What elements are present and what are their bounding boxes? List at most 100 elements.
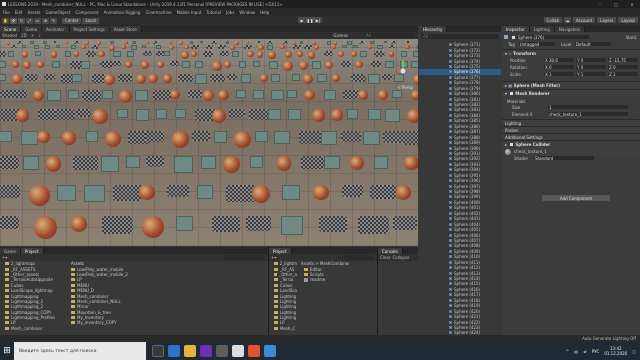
capsule-object[interactable]	[371, 60, 382, 67]
capsule-object[interactable]	[44, 73, 56, 81]
pivot-local-button[interactable]: Local	[82, 17, 99, 24]
position-z-field[interactable]: Z -15.75	[608, 58, 638, 63]
capsule-object[interactable]	[191, 130, 210, 142]
cube-object[interactable]	[236, 89, 247, 99]
cube-object[interactable]	[353, 44, 358, 49]
sphere-object[interactable]	[212, 60, 222, 71]
cube-object[interactable]	[252, 60, 260, 67]
capsule-object[interactable]	[152, 41, 158, 44]
cube-object[interactable]	[85, 130, 99, 142]
capsule-object[interactable]	[0, 51, 7, 57]
shading-mode-dropdown[interactable]: Shaded	[2, 33, 17, 38]
scene-search-field[interactable]: All	[364, 33, 414, 38]
capsule-object[interactable]	[145, 156, 165, 167]
capsule-object[interactable]	[393, 216, 418, 230]
mesh-filter-header[interactable]: ▸ ▦ Sphere (Mesh Filter)	[502, 81, 640, 88]
cube-object[interactable]	[43, 41, 47, 44]
sphere-object[interactable]	[337, 51, 344, 57]
menu-help[interactable]: Help	[260, 10, 269, 15]
capsule-object[interactable]	[0, 216, 19, 230]
capsule-object[interactable]	[76, 108, 92, 118]
sphere-object[interactable]	[257, 44, 264, 51]
object-name-field[interactable]: Sphere (376)	[517, 35, 589, 40]
cloud-icon[interactable]: ☁	[563, 17, 571, 23]
cube-object[interactable]	[181, 60, 190, 68]
volume-icon[interactable]: ◂)	[583, 349, 587, 354]
mode-2d-toggle[interactable]: 2D	[21, 33, 27, 38]
scale-x-field[interactable]: X 1	[544, 72, 574, 77]
layer-dropdown[interactable]: Default	[574, 42, 611, 47]
cube-object[interactable]	[0, 60, 6, 69]
sphere-object[interactable]	[80, 44, 86, 50]
play-icon[interactable]: ▶	[298, 17, 306, 23]
cube-object[interactable]	[84, 184, 105, 203]
capsule-object[interactable]	[293, 44, 301, 49]
capsule-object[interactable]	[382, 130, 404, 143]
capsule-object[interactable]	[373, 51, 385, 58]
cube-object[interactable]	[384, 41, 387, 44]
cube-object[interactable]	[155, 44, 161, 50]
capsule-object[interactable]	[210, 73, 226, 83]
minimize-icon[interactable]: –	[592, 2, 608, 7]
task-view-icon[interactable]	[152, 345, 164, 357]
sphere-object[interactable]	[6, 41, 11, 45]
menu-file[interactable]: File	[3, 10, 10, 15]
capsule-object[interactable]	[24, 73, 39, 82]
cube-object[interactable]	[81, 60, 91, 69]
sphere-object[interactable]	[21, 51, 29, 58]
sphere-object[interactable]	[121, 44, 126, 50]
edge-icon[interactable]	[168, 345, 180, 357]
capsule-object[interactable]	[370, 184, 397, 200]
tab-inspector[interactable]: Inspector	[502, 26, 530, 32]
capsule-object[interactable]	[300, 156, 324, 170]
capsule-object[interactable]	[388, 44, 396, 49]
cube-object[interactable]	[155, 108, 168, 119]
scale-y-field[interactable]: Y 1	[576, 72, 606, 77]
sphere-collider-header[interactable]: ▸ Sphere Collider	[502, 140, 640, 147]
menu-mobile-input[interactable]: Mobile Input	[177, 10, 202, 15]
capsule-object[interactable]	[390, 41, 397, 45]
sphere-object[interactable]	[141, 60, 149, 69]
sphere-object[interactable]	[355, 60, 363, 69]
sphere-object[interactable]	[404, 44, 410, 50]
shader-dropdown[interactable]: Standard	[534, 156, 594, 161]
capsule-object[interactable]	[85, 51, 97, 58]
sphere-object[interactable]	[245, 41, 249, 45]
cube-object[interactable]	[282, 184, 300, 200]
cube-object[interactable]	[71, 44, 77, 49]
sphere-object[interactable]	[349, 156, 364, 171]
cube-object[interactable]	[226, 41, 230, 44]
cube-object[interactable]	[195, 73, 207, 84]
notifications-icon[interactable]: ▢	[632, 349, 636, 354]
unity-editor-icon[interactable]	[232, 345, 244, 357]
sphere-object[interactable]	[223, 60, 231, 68]
sphere-object[interactable]	[247, 51, 254, 58]
sphere-object[interactable]	[168, 44, 174, 50]
cube-object[interactable]	[267, 108, 282, 121]
tab-hierarchy[interactable]: Hierarchy	[419, 26, 448, 32]
cube-object[interactable]	[51, 60, 60, 68]
sphere-object[interactable]	[276, 156, 292, 171]
transform-tool-icon[interactable]: ⊕	[42, 17, 49, 24]
active-checkbox[interactable]	[512, 35, 515, 39]
sphere-object[interactable]	[313, 44, 319, 50]
sphere-object[interactable]	[148, 73, 158, 84]
cube-object[interactable]	[200, 41, 204, 44]
sphere-object[interactable]	[183, 44, 189, 50]
cube-object[interactable]	[416, 44, 418, 49]
rect-tool-icon[interactable]: ▭	[34, 17, 41, 24]
cube-object[interactable]	[271, 89, 284, 101]
menu-tutorial[interactable]: Tutorial	[206, 10, 221, 15]
rotation-z-field[interactable]: Z 0	[608, 65, 638, 70]
material-header[interactable]: check_texture_1	[502, 148, 640, 155]
cube-object[interactable]	[117, 108, 128, 118]
sphere-object[interactable]	[28, 184, 50, 206]
capsule-object[interactable]	[357, 216, 390, 235]
cube-object[interactable]	[134, 89, 148, 101]
size-field[interactable]: 1	[548, 105, 628, 110]
cube-object[interactable]	[346, 108, 358, 119]
cube-object[interactable]	[268, 60, 279, 69]
capsule-object[interactable]	[358, 41, 364, 44]
cube-object[interactable]	[7, 51, 15, 57]
capsule-object[interactable]	[112, 184, 142, 202]
